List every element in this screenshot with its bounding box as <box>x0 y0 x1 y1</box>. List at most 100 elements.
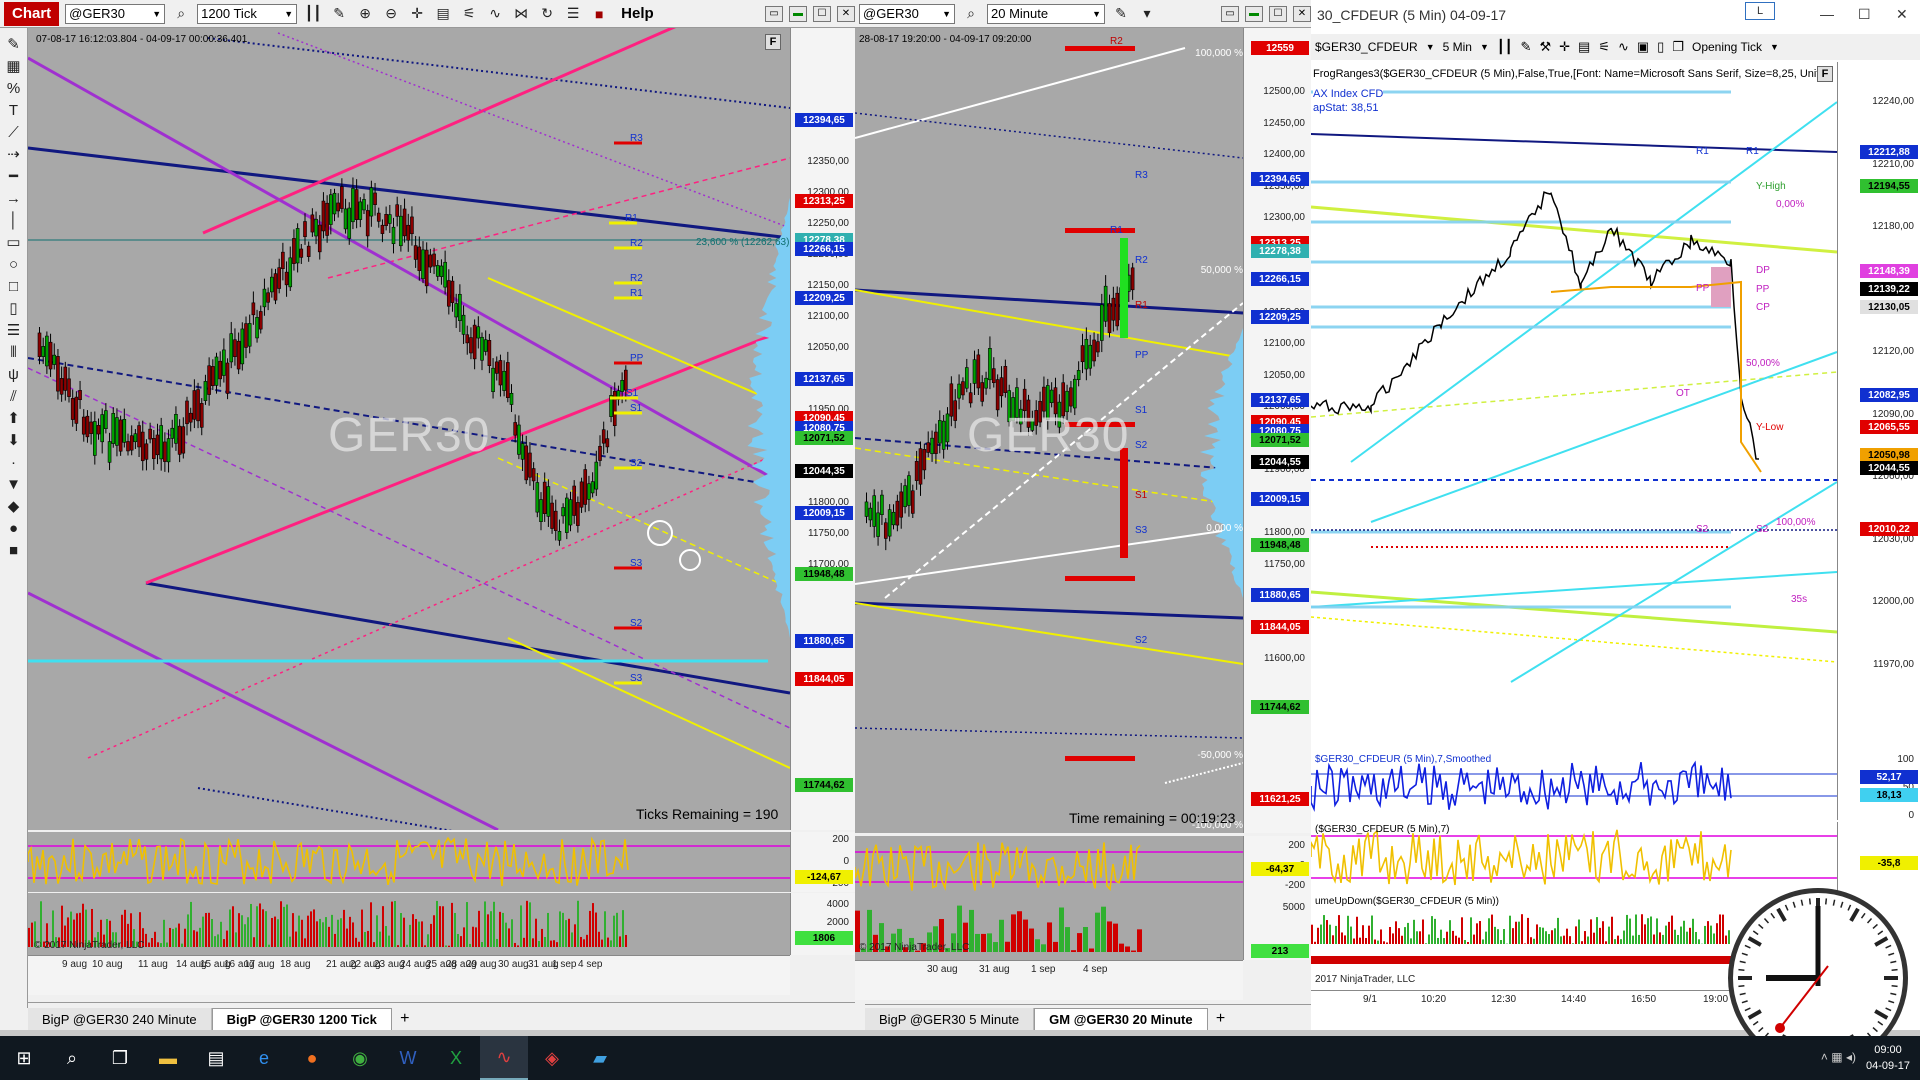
file-explorer-icon[interactable]: ▬ <box>144 1036 192 1080</box>
task-view-icon[interactable]: ❐ <box>96 1036 144 1080</box>
mid-instrument-selector[interactable]: @GER30 ▼ <box>859 3 955 24</box>
properties-icon[interactable]: ▤ <box>1578 39 1590 55</box>
opening-tick-selector[interactable]: Opening Tick <box>1692 40 1762 54</box>
minimize-icon[interactable]: — <box>1820 6 1834 22</box>
reload-icon[interactable]: ↻ <box>537 4 557 24</box>
dropdown-icon[interactable]: ▾ <box>1137 4 1157 24</box>
left-price-axis[interactable]: 12350,0012300,0012250,0012200,0012150,00… <box>790 28 855 830</box>
square-icon[interactable]: □ <box>9 278 18 296</box>
taskbar-clock[interactable]: 09:00 04-09-17 <box>1866 1042 1910 1074</box>
tools-icon[interactable]: ⚒ <box>1539 39 1551 55</box>
search-icon[interactable]: ⌕ <box>171 4 191 24</box>
tab-5-minute[interactable]: BigP @GER30 5 Minute <box>865 1008 1035 1030</box>
text-icon[interactable]: T <box>9 102 18 120</box>
left-price-pane[interactable]: R3 R2 R1 PP S1 S2 S3 R1 S1 S2 R2 S3 07-08-17 16:12:… <box>28 28 790 830</box>
image-icon[interactable]: ▣ <box>1637 39 1649 55</box>
right-oscillator-pane-1[interactable]: $GER30_CFDEUR (5 Min),7,Smoothed <box>1311 752 1837 820</box>
right-price-axis[interactable]: 12240,0012210,0012180,0012150,0012120,00… <box>1837 62 1920 752</box>
window-tile-icon[interactable]: ▭ <box>1221 5 1239 22</box>
diamond-icon[interactable]: ◆ <box>8 498 20 516</box>
mid-volume-pane[interactable]: © 2017 NinjaTrader, LLC <box>855 898 1243 960</box>
left-volume-pane[interactable]: © 2017 NinjaTrader, LLC <box>28 893 790 955</box>
window-minimize-icon[interactable]: ▬ <box>1245 5 1263 22</box>
left-oscillator-axis[interactable]: 2000-200-124,67 <box>790 832 855 892</box>
right-interval[interactable]: 5 Min <box>1443 40 1472 54</box>
window-tile-icon[interactable]: ▭ <box>765 5 783 22</box>
horizontal-line-icon[interactable]: ━ <box>9 168 18 186</box>
chrome-icon[interactable]: ◉ <box>336 1036 384 1080</box>
window-close-icon[interactable]: ✕ <box>1293 5 1311 22</box>
search-icon[interactable]: ⌕ <box>48 1036 96 1080</box>
zoom-in-icon[interactable]: ⊕ <box>355 4 375 24</box>
pencil-icon[interactable]: ✎ <box>329 4 349 24</box>
circle-fill-icon[interactable]: ● <box>9 520 18 538</box>
indicator-icon[interactable]: ∿ <box>485 4 505 24</box>
square-fill-icon[interactable]: ■ <box>9 542 18 560</box>
right-oscillator-2-axis[interactable]: -35,8 <box>1837 822 1920 892</box>
mid-date-axis[interactable]: 30 aug 31 aug 1 sep 4 sep <box>855 960 1243 1000</box>
arrow-up-icon[interactable]: ⬆ <box>7 410 20 428</box>
bar-style-icon[interactable]: ┃┃ <box>303 4 323 24</box>
tab-1200-tick[interactable]: BigP @GER30 1200 Tick <box>211 1008 392 1030</box>
l-button[interactable]: L <box>1745 2 1775 20</box>
chart-menu-button[interactable]: Chart <box>4 1 60 26</box>
ray-icon[interactable]: ⇢ <box>7 146 20 164</box>
list-icon[interactable]: ☰ <box>563 4 583 24</box>
instrument-selector[interactable]: @GER30 ▼ <box>65 3 166 24</box>
mid-oscillator-pane[interactable] <box>855 836 1243 898</box>
regression-icon[interactable]: ⫽ <box>10 388 17 406</box>
fib-icon[interactable]: ☰ <box>7 322 20 340</box>
chevron-down-icon[interactable]: ▼ <box>1480 42 1489 52</box>
mid-interval-selector[interactable]: 20 Minute ▼ <box>987 3 1105 24</box>
arrow-icon[interactable]: → <box>6 190 21 208</box>
ruler-icon[interactable]: ▦ <box>6 58 20 76</box>
ninjatrader-icon[interactable]: ∿ <box>480 1036 528 1080</box>
crosshair-icon[interactable]: ✛ <box>407 4 427 24</box>
mid-price-pane[interactable]: R2 R3 R1 R2 R1 PP S1 S2 S1 S3 S2 100,000 % 50,000 % 0… <box>855 28 1243 833</box>
add-tab-icon[interactable]: + <box>1208 1008 1234 1030</box>
add-tab-icon[interactable]: + <box>392 1008 418 1030</box>
mid-price-axis[interactable]: 12500,00 12450,00 12400,00 12350,00 12300,00… <box>1243 28 1311 833</box>
chevron-down-icon[interactable]: ▼ <box>1770 42 1779 52</box>
left-date-axis[interactable]: 9 aug 10 aug 11 aug 14 aug 15 aug 16 aug 17 au… <box>28 955 790 995</box>
rectangle-icon[interactable]: ▭ <box>6 234 20 252</box>
circle-icon[interactable]: ○ <box>9 256 18 274</box>
tab-240-minute[interactable]: BigP @GER30 240 Minute <box>28 1008 212 1030</box>
arrow-down-icon[interactable]: ⬇ <box>7 432 20 450</box>
tab-20-minute[interactable]: GM @GER30 20 Minute <box>1034 1008 1208 1030</box>
zoom-out-icon[interactable]: ⊖ <box>381 4 401 24</box>
percent-icon[interactable]: % <box>7 80 20 98</box>
gann-icon[interactable]: ⫴ <box>10 344 16 362</box>
right-price-pane[interactable]: R1 R1 Y-High 0,00% DP PP CP PP 50,00% OT Y-Low 100,… <box>1311 62 1837 752</box>
interval-selector[interactable]: 1200 Tick ▼ <box>197 3 298 24</box>
window-maximize-icon[interactable]: ☐ <box>813 5 831 22</box>
layers-icon[interactable]: ❐ <box>1672 39 1684 55</box>
indicator-icon[interactable]: ⚟ <box>1598 39 1610 55</box>
search-icon[interactable]: ⌕ <box>961 4 981 24</box>
maximize-icon[interactable]: ☐ <box>1858 6 1871 23</box>
pitchfork-icon[interactable]: ψ <box>8 366 19 384</box>
properties-icon[interactable]: ▤ <box>433 4 453 24</box>
left-volume-axis[interactable]: 4000 2000 1806 <box>790 893 855 955</box>
strategy-icon[interactable]: ⚟ <box>459 4 479 24</box>
channel-icon[interactable]: ▯ <box>9 300 17 318</box>
help-menu[interactable]: Help <box>615 5 660 22</box>
pencil-icon[interactable]: ✎ <box>7 36 20 54</box>
bar-style-icon[interactable]: ┃┃ <box>1497 39 1513 55</box>
mid-volume-axis[interactable]: 5000 213 <box>1243 898 1311 960</box>
tws-icon[interactable]: ▰ <box>576 1036 624 1080</box>
mid-oscillator-axis[interactable]: 2000-200-64,37 <box>1243 836 1311 898</box>
windows-start-icon[interactable]: ⊞ <box>0 1036 48 1080</box>
pencil-icon[interactable]: ✎ <box>1111 4 1131 24</box>
pencil-icon[interactable]: ✎ <box>1521 39 1532 55</box>
left-oscillator-pane[interactable] <box>28 832 790 892</box>
window-maximize-icon[interactable]: ☐ <box>1269 5 1287 22</box>
close-icon[interactable]: ✕ <box>1896 6 1908 23</box>
chevron-up-icon[interactable]: ˄ <box>1821 1050 1828 1064</box>
stop-icon[interactable]: ■ <box>589 4 609 24</box>
f-button[interactable]: F <box>1817 66 1833 82</box>
firefox-icon[interactable]: ● <box>288 1036 336 1080</box>
chevron-down-icon[interactable]: ▼ <box>1426 42 1435 52</box>
dot-icon[interactable]: · <box>11 454 16 472</box>
right-instrument[interactable]: $GER30_CFDEUR <box>1315 40 1418 54</box>
